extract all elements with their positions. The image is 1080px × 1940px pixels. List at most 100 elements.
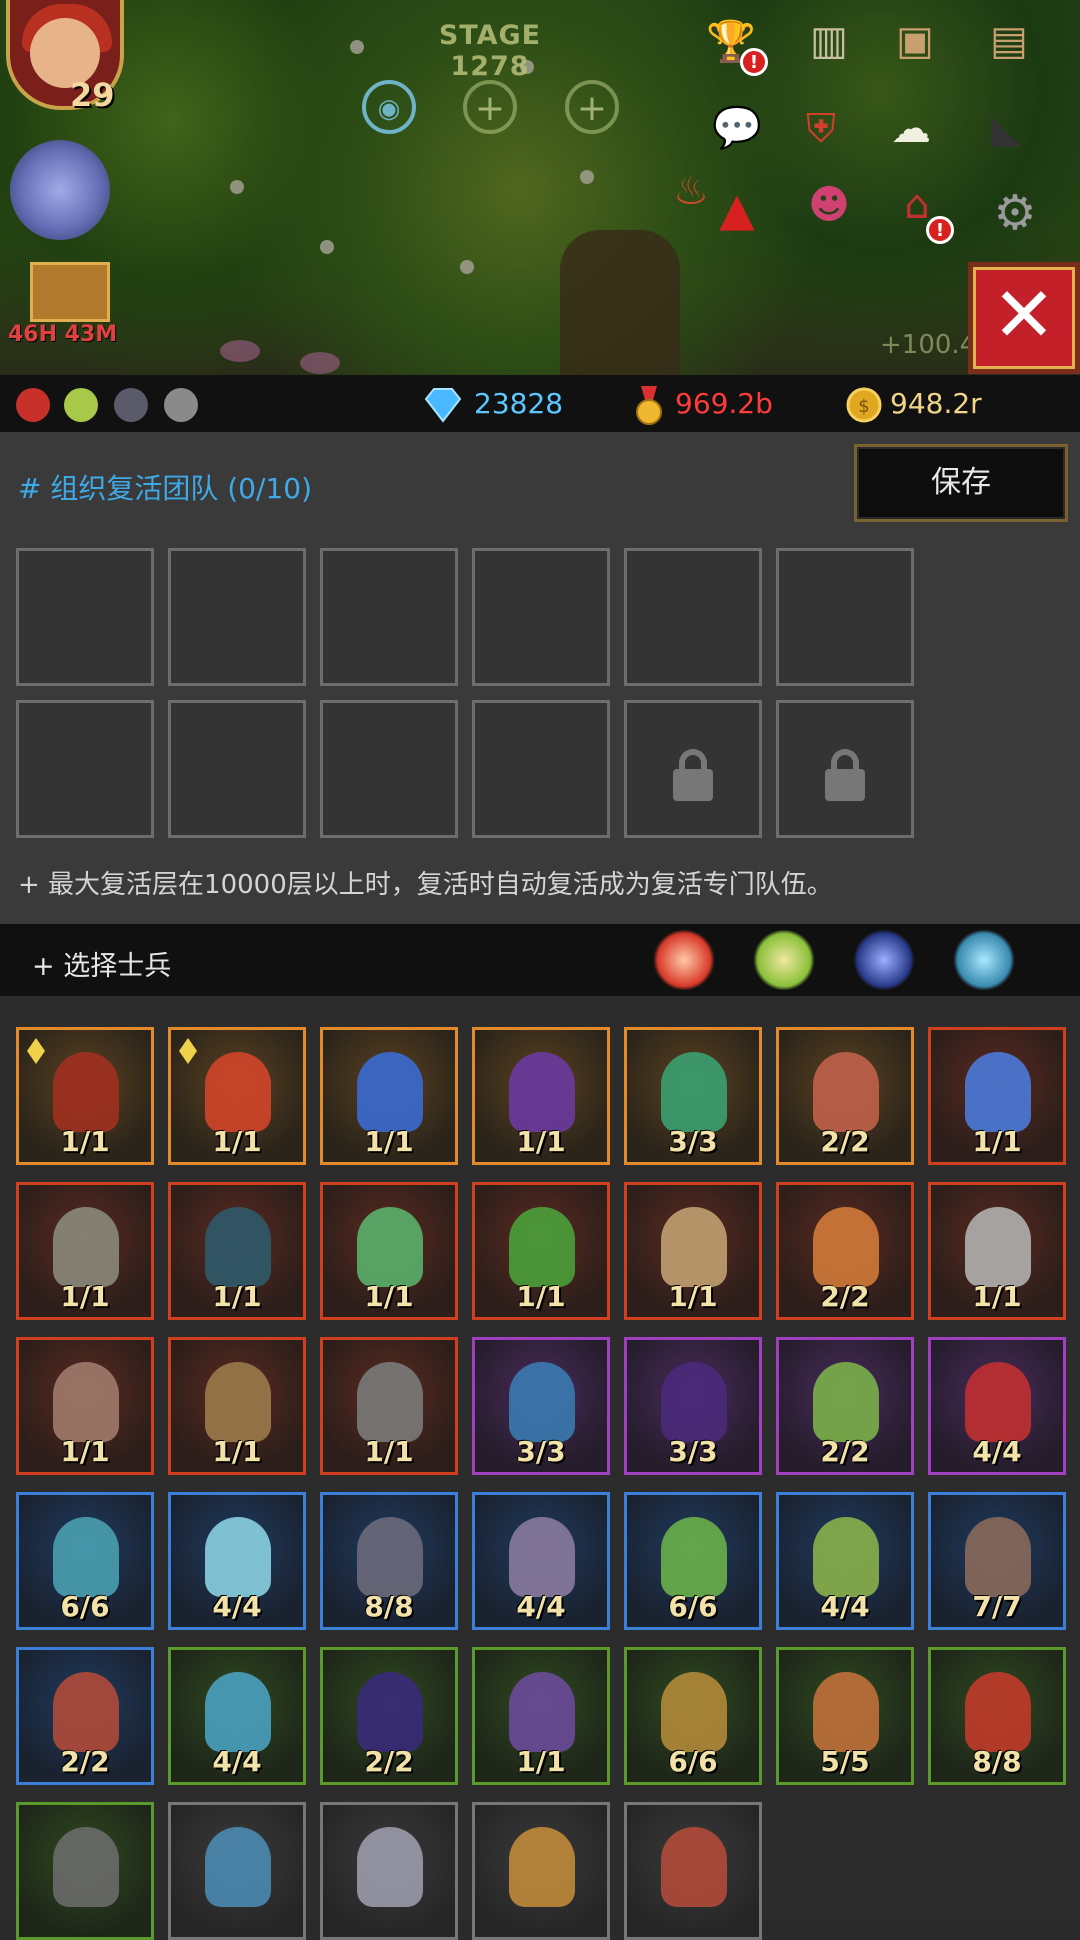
select-soldier-label: + 选择士兵 <box>32 951 172 982</box>
filter-red-hero-icon[interactable] <box>652 930 716 990</box>
soldier-card[interactable]: 1/1 <box>168 1337 306 1475</box>
team-slot[interactable] <box>168 700 306 838</box>
soldier-card[interactable]: 4/4 <box>472 1492 610 1630</box>
soldier-card[interactable]: 4/4 <box>776 1492 914 1630</box>
soldier-portrait <box>357 1827 423 1907</box>
soldier-portrait <box>509 1362 575 1442</box>
soldier-card[interactable] <box>16 1802 154 1940</box>
soldier-card[interactable]: 3/3 <box>472 1337 610 1475</box>
soldier-count: 2/2 <box>364 1745 414 1778</box>
soldier-card[interactable]: 8/8 <box>320 1492 458 1630</box>
team-slot[interactable] <box>320 548 458 686</box>
team-helmet-icon[interactable] <box>164 388 198 422</box>
soldier-card[interactable]: 6/6 <box>624 1492 762 1630</box>
friends-icon[interactable]: ☻ <box>798 174 860 236</box>
soldier-portrait <box>661 1517 727 1597</box>
soldier-card[interactable] <box>624 1802 762 1940</box>
svg-text:$: $ <box>858 396 869 417</box>
lock-icon <box>673 749 713 801</box>
soldier-count: 1/1 <box>364 1125 414 1158</box>
team-green-icon[interactable] <box>64 388 98 422</box>
medal-icon <box>633 386 667 425</box>
soldier-card[interactable]: 1/1 <box>472 1182 610 1320</box>
soldier-card[interactable]: 2/2 <box>320 1647 458 1785</box>
soldier-card[interactable]: 1/1 <box>472 1027 610 1165</box>
soldier-card[interactable]: 8/8 <box>928 1647 1066 1785</box>
soldier-count: 2/2 <box>820 1125 870 1158</box>
skill-slot-add[interactable]: + <box>463 80 517 134</box>
team-slot[interactable] <box>776 548 914 686</box>
alert-badge: ! <box>740 48 768 76</box>
soldier-card[interactable]: 1/1 <box>928 1027 1066 1165</box>
team-slot[interactable] <box>168 548 306 686</box>
save-button[interactable]: 保存 <box>854 444 1068 522</box>
soldier-card[interactable]: 1/1 <box>16 1182 154 1320</box>
soldier-card[interactable] <box>168 1802 306 1940</box>
soldier-card[interactable]: 2/2 <box>776 1182 914 1320</box>
soldier-card[interactable]: 3/3 <box>624 1337 762 1475</box>
team-slot[interactable] <box>472 700 610 838</box>
soldier-portrait <box>357 1672 423 1752</box>
coin-icon: $ <box>846 387 882 423</box>
soldier-card[interactable]: 5/5 <box>776 1647 914 1785</box>
soldier-count: 2/2 <box>820 1435 870 1468</box>
revive-note: + 最大复活层在10000层以上时，复活时自动复活成为复活专门队伍。 <box>18 870 833 900</box>
soldier-card[interactable]: 4/4 <box>928 1337 1066 1475</box>
close-button[interactable]: ✕ <box>968 262 1080 374</box>
medal-count: 969.2b <box>675 387 773 420</box>
demon-boss-icon[interactable] <box>10 140 110 240</box>
soldier-card[interactable]: 1/1 <box>320 1027 458 1165</box>
skill-slot-add[interactable]: + <box>565 80 619 134</box>
gift-box-icon[interactable] <box>30 262 110 322</box>
team-slot <box>776 700 914 838</box>
soldier-card[interactable]: 6/6 <box>16 1492 154 1630</box>
soldier-card[interactable]: 1/1 <box>16 1337 154 1475</box>
dark-wing-icon[interactable]: ◣ <box>975 98 1037 160</box>
team-red-icon[interactable] <box>16 388 50 422</box>
soldier-card[interactable]: 1/1 <box>624 1182 762 1320</box>
team-slot[interactable] <box>624 548 762 686</box>
soldier-card[interactable] <box>472 1802 610 1940</box>
soldier-card[interactable]: 1/1 <box>320 1182 458 1320</box>
soldier-count: 6/6 <box>60 1590 110 1623</box>
filter-knight-hero-icon[interactable] <box>852 930 916 990</box>
ranking-podium-icon[interactable]: ▥ <box>798 10 860 72</box>
gem-count: 23828 <box>474 387 564 420</box>
settings-gear-icon[interactable]: ⚙ <box>984 182 1046 244</box>
team-slot[interactable] <box>320 700 458 838</box>
gem-badge-icon <box>27 1038 45 1064</box>
soldier-card[interactable]: 7/7 <box>928 1492 1066 1630</box>
soldier-card[interactable]: 1/1 <box>16 1027 154 1165</box>
soldier-card[interactable]: 4/4 <box>168 1647 306 1785</box>
soldier-card[interactable]: 2/2 <box>16 1647 154 1785</box>
soldier-count: 1/1 <box>60 1435 110 1468</box>
guild-shield-icon[interactable]: ⛨ <box>790 98 852 160</box>
lock-icon <box>825 749 865 801</box>
soldier-card[interactable]: 4/4 <box>168 1492 306 1630</box>
soldier-card[interactable] <box>320 1802 458 1940</box>
team-knight-icon[interactable] <box>114 388 148 422</box>
soldier-count: 1/1 <box>212 1280 262 1313</box>
skill-slot-active[interactable]: ◉ <box>362 80 416 134</box>
filter-green-hero-icon[interactable] <box>752 930 816 990</box>
soldier-card[interactable]: 1/1 <box>928 1182 1066 1320</box>
soldier-card[interactable]: 1/1 <box>320 1337 458 1475</box>
soldier-card[interactable]: 1/1 <box>168 1182 306 1320</box>
hero-book-icon[interactable]: ▣ <box>884 10 946 72</box>
chat-bubble-icon[interactable]: 💬 <box>706 96 768 158</box>
angel-icon[interactable]: ☁ <box>880 98 942 160</box>
team-slot[interactable] <box>16 548 154 686</box>
quest-book-icon[interactable]: ▤ <box>978 10 1040 72</box>
team-slot[interactable] <box>472 548 610 686</box>
soldier-portrait <box>509 1517 575 1597</box>
soldier-card[interactable]: 6/6 <box>624 1647 762 1785</box>
warning-triangle-icon[interactable]: ▲ <box>706 178 768 240</box>
team-slot[interactable] <box>16 700 154 838</box>
soldier-card[interactable]: 2/2 <box>776 1337 914 1475</box>
filter-blue-hero-icon[interactable] <box>952 930 1016 990</box>
soldier-card[interactable]: 1/1 <box>168 1027 306 1165</box>
soldier-card[interactable]: 1/1 <box>472 1647 610 1785</box>
soldier-card[interactable]: 3/3 <box>624 1027 762 1165</box>
soldier-card[interactable]: 2/2 <box>776 1027 914 1165</box>
soldier-portrait <box>509 1827 575 1907</box>
